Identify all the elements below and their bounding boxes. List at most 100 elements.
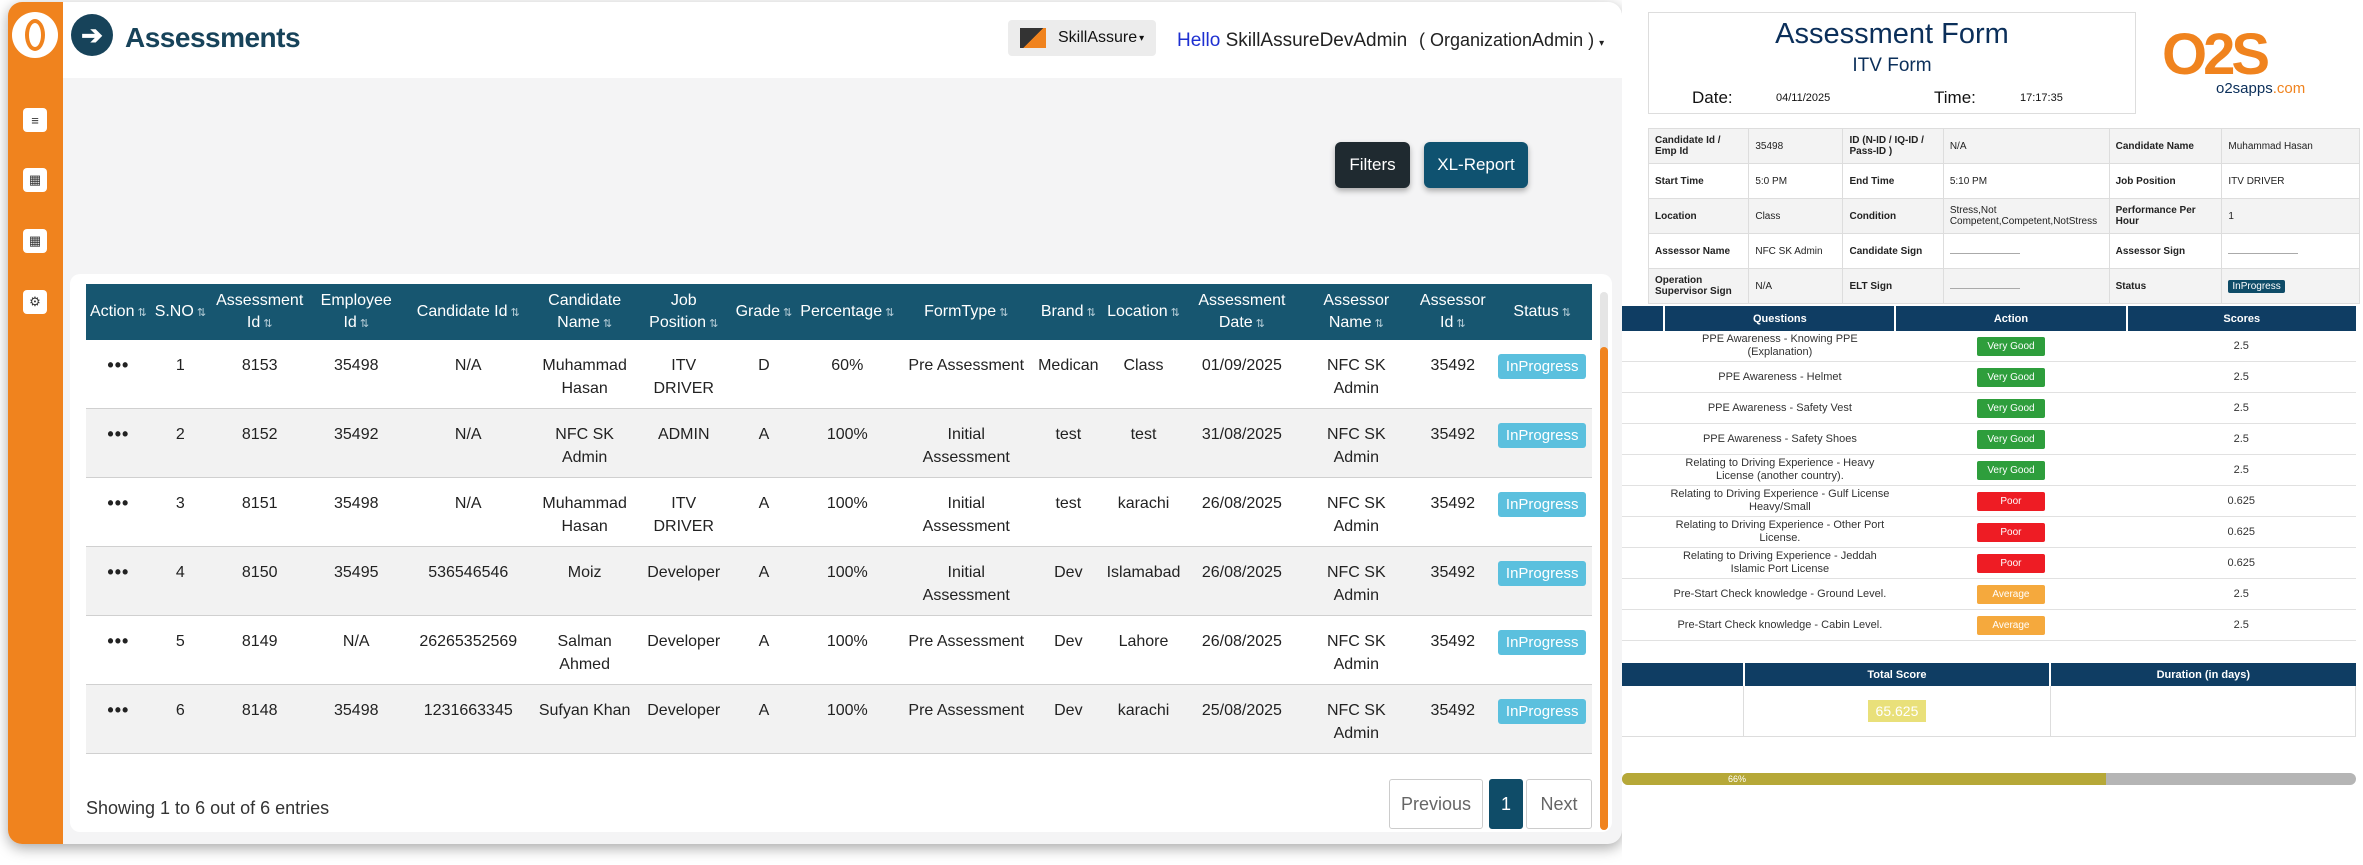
assessments-table: Action ⇅ S.NO ⇅ Assessment Id ⇅ Employee Id…	[86, 284, 1592, 754]
question-text: PPE Awareness - Knowing PPE (Explanation…	[1702, 333, 1858, 358]
question-score: 2.5	[2233, 339, 2249, 352]
column-header[interactable]: Employee Id ⇅	[309, 284, 404, 340]
assessment-id: 8148	[241, 702, 278, 719]
percentage: 100%	[826, 426, 868, 443]
candidate-id: 26265352569	[419, 633, 518, 650]
form-type: Pre Assessment	[908, 702, 1025, 719]
serial-number: 5	[175, 633, 185, 650]
rating-badge: Very Good	[1976, 336, 2045, 356]
assessor-name: NFC SK Admin	[1326, 633, 1386, 673]
rating-badge: Very Good	[1976, 429, 2045, 449]
column-header[interactable]: Brand ⇅	[1034, 284, 1103, 340]
calendar-icon[interactable]: ▦	[23, 168, 47, 192]
candidate-id: 536546546	[428, 564, 509, 581]
brand-switcher[interactable]: SkillAssure ▾	[1008, 20, 1156, 56]
action-menu-icon[interactable]: •••	[107, 493, 129, 513]
grade: A	[758, 633, 770, 650]
grade: A	[758, 564, 770, 581]
table-row[interactable]: ••• 5 8149 N/A 26265352569 Salman Ahmed Develo…	[86, 615, 1592, 685]
grade: A	[758, 426, 770, 443]
table-row[interactable]: ••• 2 8152 35492 N/A NFC SK Admin ADMIN A 100% In…	[86, 408, 1592, 478]
column-header[interactable]: Assessment Date ⇅	[1184, 284, 1300, 340]
question-row: PPE Awareness - Safety Shoes Very Good 2.5	[1622, 423, 2356, 455]
status-badge: InProgress	[1497, 492, 1587, 517]
assessment-id: 8153	[241, 357, 278, 374]
question-score: 2.5	[2233, 401, 2249, 414]
form-title: Assessment Form	[1775, 18, 2009, 50]
grade: D	[758, 357, 770, 374]
column-header[interactable]: Assessor Id ⇅	[1413, 284, 1493, 340]
previous-page-button[interactable]: Previous	[1389, 779, 1483, 829]
info-row: Location Class Condition Stress,Not Compete…	[1647, 198, 2360, 234]
grade: A	[758, 702, 770, 719]
candidate-name: Muhammad Hasan	[542, 357, 627, 397]
grade: A	[758, 495, 770, 512]
next-page-button[interactable]: Next	[1526, 779, 1592, 829]
action-menu-icon[interactable]: •••	[107, 355, 129, 375]
o2s-logo: O2S o2sapps.com	[2162, 22, 2306, 98]
info-label: Assessor Sign	[2108, 233, 2223, 269]
percentage: 100%	[826, 633, 868, 650]
serial-number: 3	[175, 495, 185, 512]
table-row[interactable]: ••• 1 8153 35498 N/A Muhammad Hasan ITV DRIVER…	[86, 340, 1592, 409]
column-header[interactable]: Candidate Name ⇅	[533, 284, 636, 340]
location: Class	[1123, 357, 1164, 374]
column-header[interactable]: Grade ⇅	[731, 284, 797, 340]
role-dropdown[interactable]: ( OrganizationAdmin ) ▾	[1419, 30, 1604, 51]
assessor-id: 35492	[1430, 702, 1476, 719]
candidate-name: Muhammad Hasan	[542, 495, 627, 535]
time-value: 17:17:35	[2020, 92, 2063, 104]
page-1-button[interactable]: 1	[1489, 779, 1523, 829]
column-header[interactable]: FormType ⇅	[898, 284, 1035, 340]
scrollbar-thumb[interactable]	[1600, 347, 1608, 830]
signature-image	[1949, 252, 2020, 254]
job-position: Developer	[647, 702, 721, 719]
sort-icon: ⇅	[1374, 317, 1384, 330]
rating-badge: Average	[1976, 615, 2045, 635]
percentage: 60%	[831, 357, 864, 374]
action-menu-icon[interactable]: •••	[107, 424, 129, 444]
question-row: Relating to Driving Experience - Gulf Li…	[1622, 485, 2356, 517]
scores-header: Scores	[2125, 306, 2356, 331]
question-row: Pre-Start Check knowledge - Ground Level…	[1622, 578, 2356, 610]
column-header[interactable]: Assessment Id ⇅	[210, 284, 310, 340]
brand: Dev	[1054, 633, 1083, 650]
column-header[interactable]: Action ⇅	[86, 284, 151, 340]
table-row[interactable]: ••• 3 8151 35498 N/A Muhammad Hasan ITV DRIVER…	[86, 477, 1592, 547]
percentage: 100%	[826, 495, 868, 512]
action-menu-icon[interactable]: •••	[107, 700, 129, 720]
time-label: Time:	[1934, 88, 1976, 107]
gear-icon[interactable]: ⚙	[23, 290, 47, 314]
assessment-date: 26/08/2025	[1201, 633, 1282, 650]
status-badge: InProgress	[1497, 630, 1587, 655]
questions-table: Questions Action Scores PPE Awareness - …	[1622, 306, 2356, 641]
column-header[interactable]: Candidate Id ⇅	[403, 284, 534, 340]
assessor-name: NFC SK Admin	[1326, 702, 1386, 742]
sort-icon: ⇅	[885, 306, 895, 319]
form-type: Pre Assessment	[908, 633, 1025, 650]
job-position: Developer	[647, 564, 721, 581]
back-arrow-icon[interactable]: ➔	[71, 14, 113, 56]
column-header[interactable]: Location ⇅	[1102, 284, 1185, 340]
table-row[interactable]: ••• 6 8148 35498 1231663345 Sufyan Khan Develo…	[86, 684, 1592, 754]
info-value: Class	[1748, 198, 1844, 234]
table-row[interactable]: ••• 4 8150 35495 536546546 Moiz Developer A 100%…	[86, 546, 1592, 616]
percentage: 100%	[826, 564, 868, 581]
list-icon[interactable]: ≡	[23, 108, 47, 132]
column-header[interactable]: S.NO ⇅	[150, 284, 211, 340]
column-header[interactable]: Status ⇅	[1492, 284, 1592, 340]
app-logo[interactable]	[12, 12, 58, 58]
calendar-icon[interactable]: ▦	[23, 229, 47, 253]
action-menu-icon[interactable]: •••	[107, 562, 129, 582]
assessor-name: NFC SK Admin	[1326, 495, 1386, 535]
column-header[interactable]: Percentage ⇅	[796, 284, 899, 340]
column-header[interactable]: Job Position ⇅	[635, 284, 732, 340]
info-label: Assessor Name	[1647, 233, 1750, 269]
action-menu-icon[interactable]: •••	[107, 631, 129, 651]
question-row: PPE Awareness - Safety Vest Very Good 2.5	[1622, 392, 2356, 424]
column-header[interactable]: Assessor Name ⇅	[1299, 284, 1414, 340]
info-label: Candidate Name	[2108, 128, 2223, 164]
info-value: 5:10 PM	[1942, 163, 2110, 199]
xl-report-button[interactable]: XL-Report	[1424, 142, 1528, 188]
filters-button[interactable]: Filters	[1335, 142, 1410, 188]
